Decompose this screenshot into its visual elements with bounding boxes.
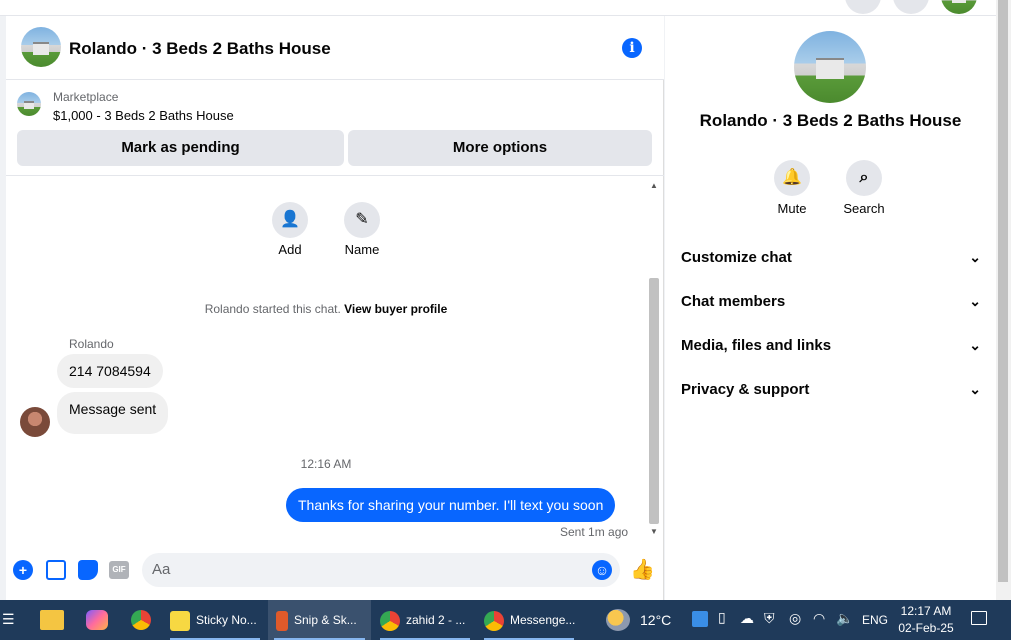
gif-icon[interactable]: GIF	[109, 561, 129, 579]
app-label: Sticky No...	[196, 613, 257, 627]
page-scroll-thumb[interactable]	[998, 0, 1008, 582]
notifications-icon[interactable]	[971, 611, 987, 625]
chrome-icon[interactable]	[131, 610, 151, 630]
photo-icon[interactable]	[46, 560, 66, 580]
more-options-button[interactable]: More options	[348, 130, 652, 166]
name-label: Name	[344, 242, 380, 257]
chevron-down-icon: ⌄	[969, 381, 981, 397]
mark-as-pending-button[interactable]: Mark as pending	[17, 130, 344, 166]
listing-thumbnail	[17, 92, 41, 116]
app-tray-icon[interactable]	[692, 611, 708, 627]
chevron-down-icon: ⌄	[969, 249, 981, 265]
view-buyer-profile-link[interactable]: View buyer profile	[344, 302, 447, 316]
snip-sketch-icon	[276, 610, 288, 631]
wifi-icon[interactable]: ◠	[813, 610, 825, 627]
taskbar-app-sticky-notes[interactable]: Sticky No...	[164, 600, 266, 640]
chat-scroll-thumb[interactable]	[649, 278, 659, 524]
bell-icon[interactable]: 🔔	[774, 160, 810, 196]
incoming-message-1[interactable]: 214 7084594	[57, 354, 163, 388]
search-icon[interactable]: ⌕	[846, 160, 882, 196]
started-text: Rolando started this chat.	[204, 302, 341, 316]
chat-title[interactable]: Rolando · 3 Beds 2 Baths House	[69, 39, 331, 59]
listing-avatar[interactable]	[21, 27, 61, 67]
media-files-links-label: Media, files and links	[681, 337, 832, 354]
chat-header: Rolando · 3 Beds 2 Baths House i	[6, 16, 664, 80]
meet-now-icon[interactable]: ◎	[789, 610, 801, 627]
taskbar: ☰ Sticky No... Snip & Sk... zahid 2 - ..…	[0, 600, 1011, 640]
copilot-icon[interactable]	[86, 610, 108, 630]
language-indicator[interactable]: ENG	[862, 613, 888, 627]
outgoing-message[interactable]: Thanks for sharing your number. I'll tex…	[286, 488, 616, 522]
chat-started-note: Rolando started this chat. View buyer pr…	[6, 302, 646, 316]
sent-status: Sent 1m ago	[560, 525, 629, 539]
chat-members-row[interactable]: Chat members ⌄	[681, 293, 981, 310]
taskbar-app-chrome-zahid[interactable]: zahid 2 - ...	[374, 600, 476, 640]
sticker-icon[interactable]	[78, 560, 98, 580]
marketplace-label: Marketplace	[53, 90, 119, 104]
info-icon[interactable]: i	[622, 38, 642, 58]
media-files-links-row[interactable]: Media, files and links ⌄	[681, 337, 981, 354]
sender-avatar[interactable]	[20, 407, 50, 437]
profile-name: Rolando · 3 Beds 2 Baths House	[699, 111, 962, 130]
thumbs-up-icon[interactable]: 👍	[630, 557, 655, 582]
customize-chat-label: Customize chat	[681, 249, 792, 266]
file-explorer-icon[interactable]	[40, 610, 64, 630]
volume-icon[interactable]: 🔈	[836, 610, 853, 627]
mute-label: Mute	[777, 201, 807, 216]
chrome-profile-icon	[380, 610, 400, 631]
sender-name: Rolando	[69, 337, 114, 351]
clock-date[interactable]: 02-Feb-25	[898, 621, 954, 635]
message-timestamp: 12:16 AM	[300, 457, 352, 471]
app-label: Snip & Sk...	[294, 613, 357, 627]
chevron-down-icon: ⌄	[969, 337, 981, 353]
chrome-profile-icon	[484, 610, 504, 631]
taskbar-app-messenger[interactable]: Messenge...	[478, 600, 580, 640]
cloud-icon[interactable]: ☁	[740, 610, 754, 627]
privacy-support-row[interactable]: Privacy & support ⌄	[681, 381, 981, 398]
privacy-support-label: Privacy & support	[681, 381, 810, 398]
task-view-icon[interactable]: ☰	[2, 611, 15, 628]
shield-icon[interactable]: ⛨	[764, 610, 775, 627]
incoming-message-2[interactable]: Message sent	[57, 392, 169, 434]
chat-details-panel: Rolando · 3 Beds 2 Baths House 🔔 Mute ⌕ …	[665, 16, 996, 600]
search-label: Search	[843, 201, 885, 216]
add-action[interactable]: 👤	[272, 202, 308, 238]
weather-temp[interactable]: 12°C	[640, 612, 671, 628]
scroll-up-arrow[interactable]: ▲	[650, 181, 658, 190]
chevron-down-icon: ⌄	[969, 293, 981, 309]
chat-members-label: Chat members	[681, 293, 786, 310]
app-label: zahid 2 - ...	[406, 613, 466, 627]
chat-window: Rolando · 3 Beds 2 Baths House i Marketp…	[6, 16, 664, 600]
scroll-down-arrow[interactable]: ▼	[650, 527, 658, 536]
sticky-notes-icon	[170, 610, 190, 631]
emoji-icon[interactable]: ☺	[592, 560, 612, 580]
listing-price-title[interactable]: $1,000 - 3 Beds 2 Baths House	[53, 108, 234, 123]
usb-icon[interactable]: ▯	[718, 609, 726, 626]
divider	[6, 175, 664, 176]
pencil-icon[interactable]: ✎	[344, 202, 380, 238]
app-label: Messenge...	[510, 613, 576, 627]
clock-time[interactable]: 12:17 AM	[898, 604, 954, 618]
message-input[interactable]: Aa	[142, 553, 620, 587]
plus-icon[interactable]: +	[13, 560, 33, 580]
customize-chat-row[interactable]: Customize chat ⌄	[681, 249, 981, 266]
profile-avatar[interactable]	[794, 31, 866, 103]
add-person-icon[interactable]: 👤	[272, 202, 308, 238]
name-action[interactable]: ✎	[344, 202, 380, 238]
weather-icon[interactable]	[606, 609, 630, 631]
taskbar-app-snip-sketch[interactable]: Snip & Sk...	[268, 600, 371, 640]
add-label: Add	[278, 242, 302, 257]
